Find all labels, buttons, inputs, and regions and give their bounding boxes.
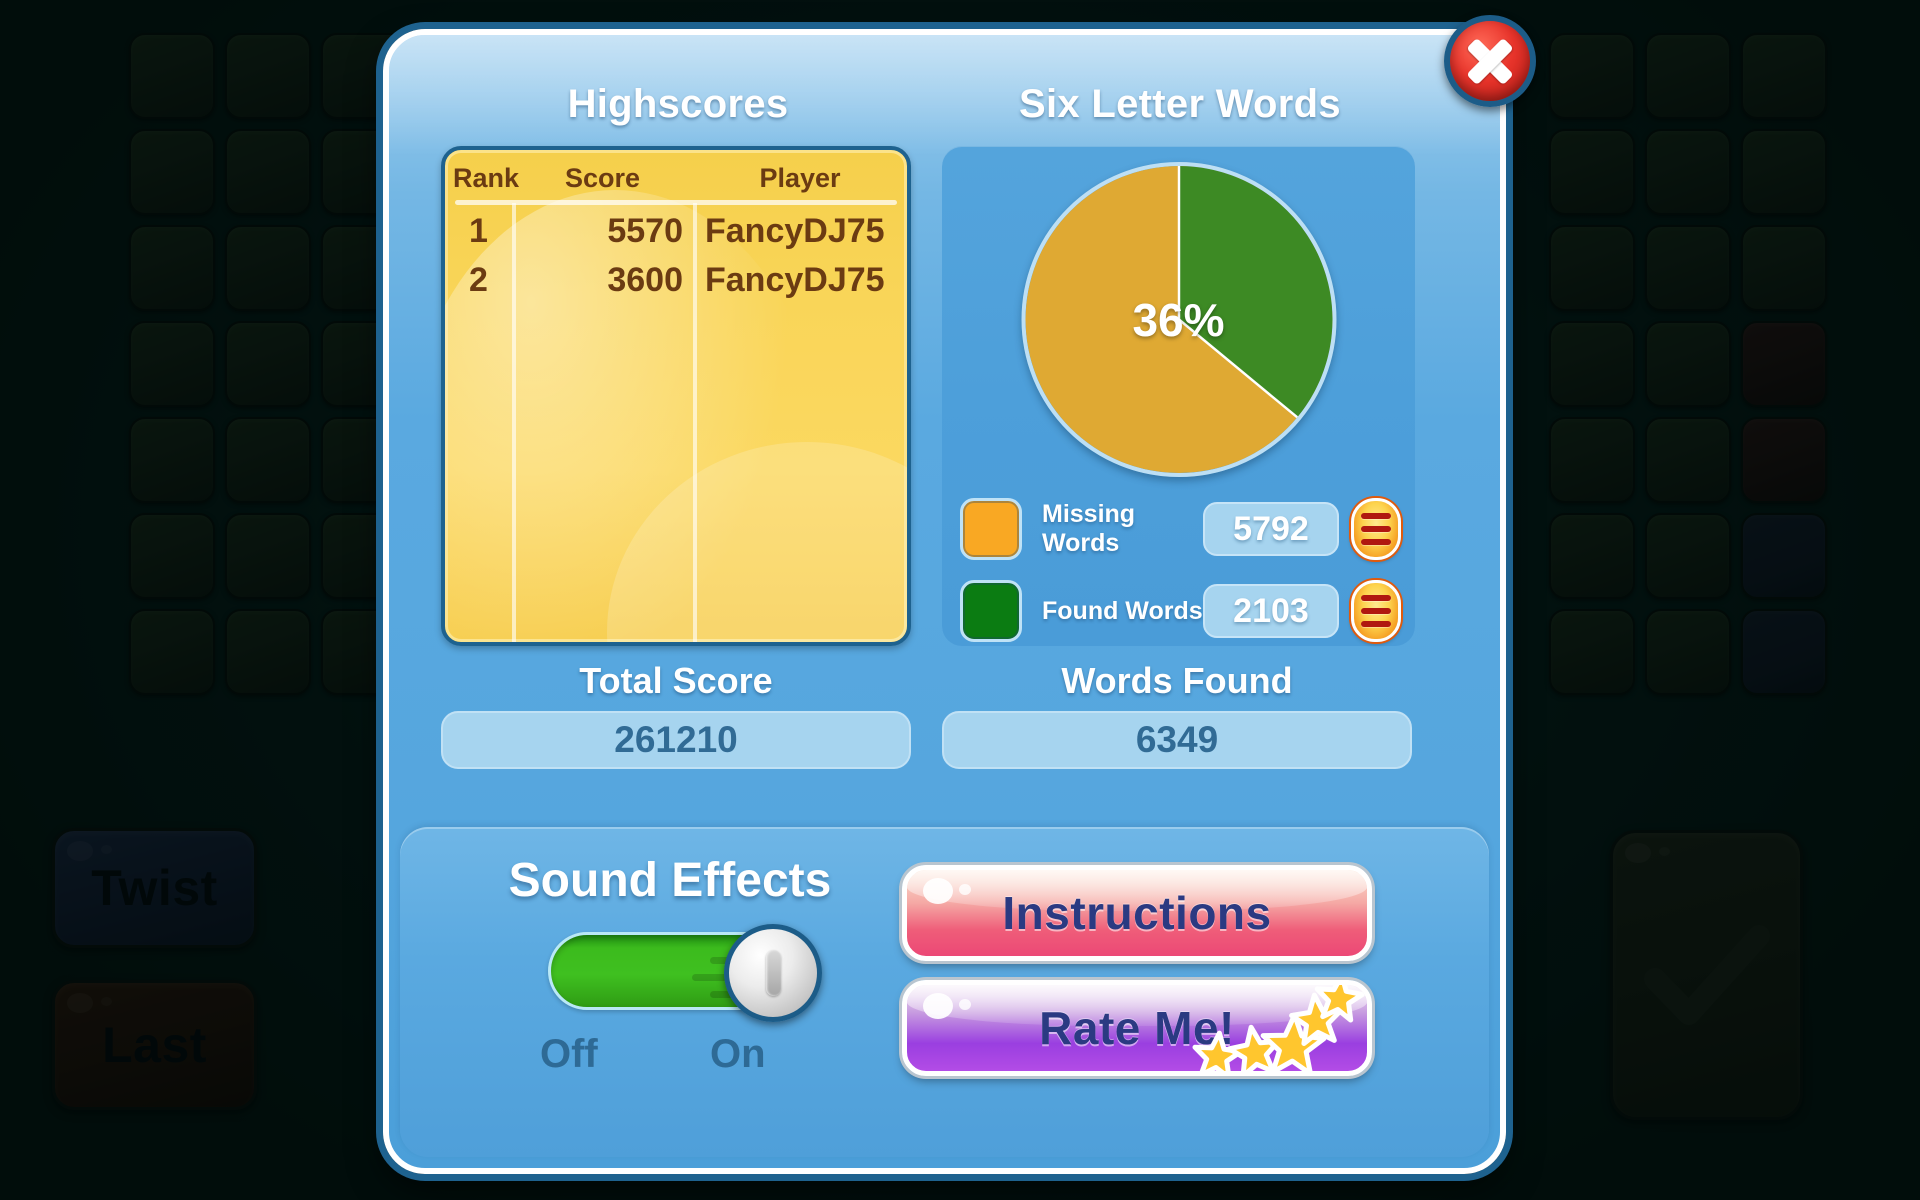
word-stats-panel: 36% Missing Words 5792 Found Words 2103 <box>942 146 1415 646</box>
words-pie-chart: 36% <box>1021 162 1336 477</box>
cell-player: FancyDJ75 <box>705 260 885 299</box>
table-header-underline <box>455 200 897 205</box>
cell-score: 5570 <box>607 211 683 250</box>
stars-icon <box>1192 985 1365 1071</box>
missing-words-list-icon[interactable] <box>1351 498 1401 560</box>
words-found-value: 6349 <box>942 711 1412 769</box>
stats-dialog: Highscores Six Letter Words Rank Score P… <box>383 15 1536 1174</box>
close-button[interactable] <box>1444 15 1536 107</box>
table-row: 1 5570 FancyDJ75 <box>445 208 907 254</box>
pie-slices <box>1025 166 1332 473</box>
column-header-rank: Rank <box>453 162 520 193</box>
found-words-list-icon[interactable] <box>1351 580 1401 642</box>
cell-rank: 1 <box>469 211 488 250</box>
legend-row-missing-words: Missing Words 5792 <box>960 496 1401 562</box>
cell-player: FancyDJ75 <box>705 211 885 250</box>
words-found-block: Words Found 6349 <box>942 660 1412 769</box>
toggle-label-off: Off <box>540 1032 598 1076</box>
game-mode-title: Six Letter Words <box>1019 82 1341 126</box>
legend-row-found-words: Found Words 2103 <box>960 578 1401 644</box>
total-score-caption: Total Score <box>579 660 773 701</box>
highscores-table: Rank Score Player 1 5570 FancyDJ75 2 360… <box>441 146 911 646</box>
legend-swatch-missing <box>960 498 1022 560</box>
column-header-score: Score <box>564 162 641 193</box>
instructions-button[interactable]: Instructions <box>902 865 1372 961</box>
legend-value-missing: 5792 <box>1203 502 1339 556</box>
cell-rank: 2 <box>469 260 488 299</box>
toggle-knob-power-icon[interactable] <box>724 924 822 1022</box>
column-header-player: Player <box>759 162 841 193</box>
total-score-value: 261210 <box>441 711 911 769</box>
words-found-caption: Words Found <box>1061 660 1293 701</box>
total-score-block: Total Score 261210 <box>441 660 911 769</box>
highscores-title: Highscores <box>567 82 789 126</box>
sound-effects-title: Sound Effects <box>508 854 832 907</box>
toggle-label-on: On <box>710 1032 766 1076</box>
legend-label-found: Found Words <box>1042 596 1203 625</box>
settings-panel: Sound Effects Off On Instructions Rate M… <box>400 827 1489 1157</box>
rate-me-button[interactable]: Rate Me! <box>902 980 1372 1076</box>
legend-label-missing: Missing Words <box>1042 500 1136 557</box>
cell-score: 3600 <box>607 260 683 299</box>
sound-effects-toggle[interactable] <box>548 924 822 1022</box>
table-row: 2 3600 FancyDJ75 <box>445 257 907 303</box>
legend-swatch-found <box>960 580 1022 642</box>
instructions-button-label: Instructions <box>1002 887 1272 939</box>
legend-value-found: 2103 <box>1203 584 1339 638</box>
table-header-row: Rank Score Player <box>445 156 907 200</box>
